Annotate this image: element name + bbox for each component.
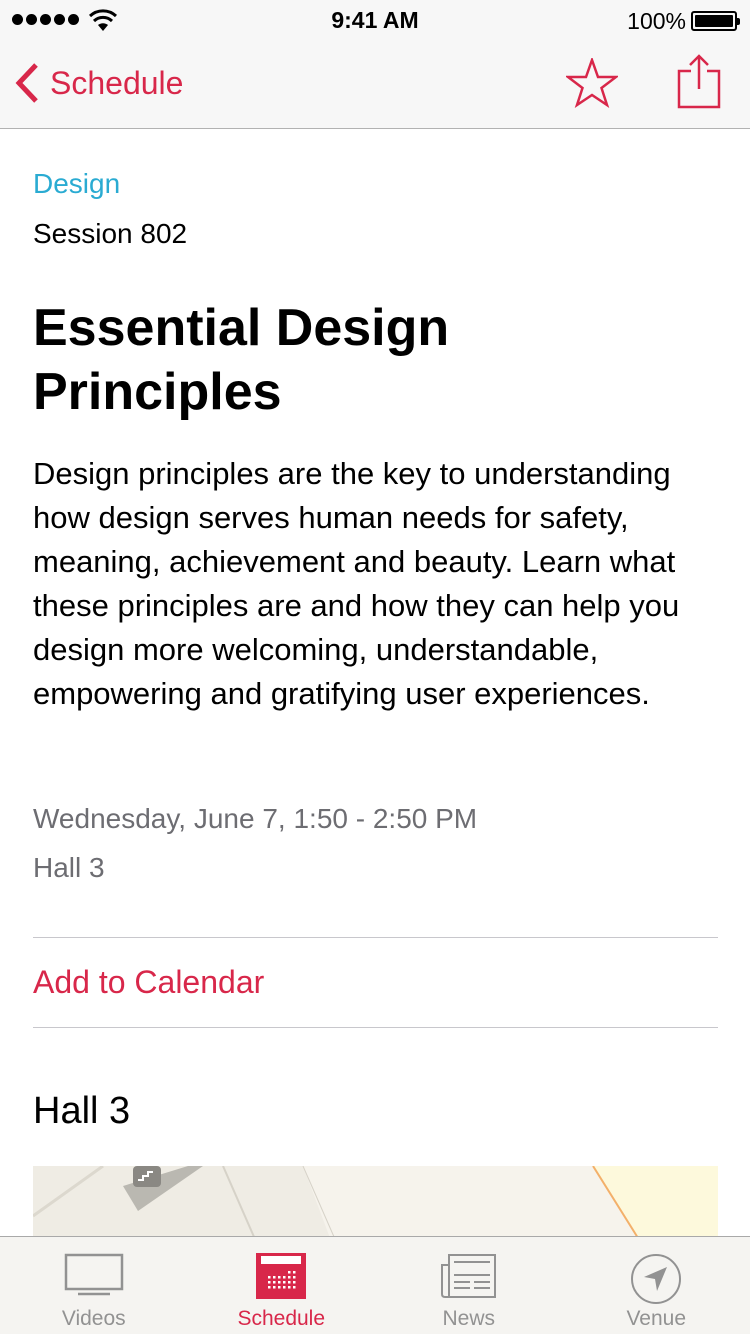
newspaper-icon (440, 1254, 496, 1298)
star-icon (564, 56, 620, 109)
tab-videos[interactable]: Videos (0, 1237, 188, 1334)
session-title: Essential Design Principles (33, 299, 450, 421)
tab-news[interactable]: News (375, 1237, 563, 1334)
tab-label: News (442, 1307, 495, 1330)
tv-icon (64, 1253, 123, 1296)
status-bar: 9:41 AM 100% (0, 0, 750, 40)
divider (33, 937, 718, 938)
tab-label: Venue (626, 1307, 687, 1330)
back-label: Schedule (50, 64, 184, 101)
tab-schedule[interactable]: Schedule (188, 1237, 376, 1334)
share-button[interactable] (676, 54, 722, 115)
favorite-button[interactable] (564, 56, 620, 113)
chevron-left-icon (15, 63, 38, 103)
session-number: Session 802 (33, 218, 188, 249)
venue-map[interactable] (33, 1166, 718, 1246)
add-to-calendar-button[interactable]: Add to Calendar (33, 964, 264, 1001)
battery-icon (691, 11, 740, 31)
session-category[interactable]: Design (33, 168, 120, 200)
session-room: Hall 3 (33, 852, 105, 883)
share-icon (677, 54, 721, 109)
session-datetime: Wednesday, June 7, 1:50 - 2:50 PM (33, 803, 478, 834)
map-title: Hall 3 (33, 1090, 131, 1132)
back-button[interactable]: Schedule (14, 62, 183, 104)
tab-venue[interactable]: Venue (563, 1237, 750, 1334)
map-graphic (33, 1166, 718, 1246)
session-description: Design principles are the key to underst… (33, 456, 680, 711)
tab-bar: Videos Schedule News Venue (0, 1236, 750, 1334)
tab-label: Schedule (237, 1307, 326, 1330)
divider (33, 1027, 718, 1028)
tab-label: Videos (61, 1307, 126, 1330)
calendar-icon (256, 1253, 307, 1299)
location-arrow-icon (631, 1254, 682, 1304)
battery-percent: 100% (627, 8, 686, 34)
navigation-bar: Schedule (0, 40, 750, 129)
